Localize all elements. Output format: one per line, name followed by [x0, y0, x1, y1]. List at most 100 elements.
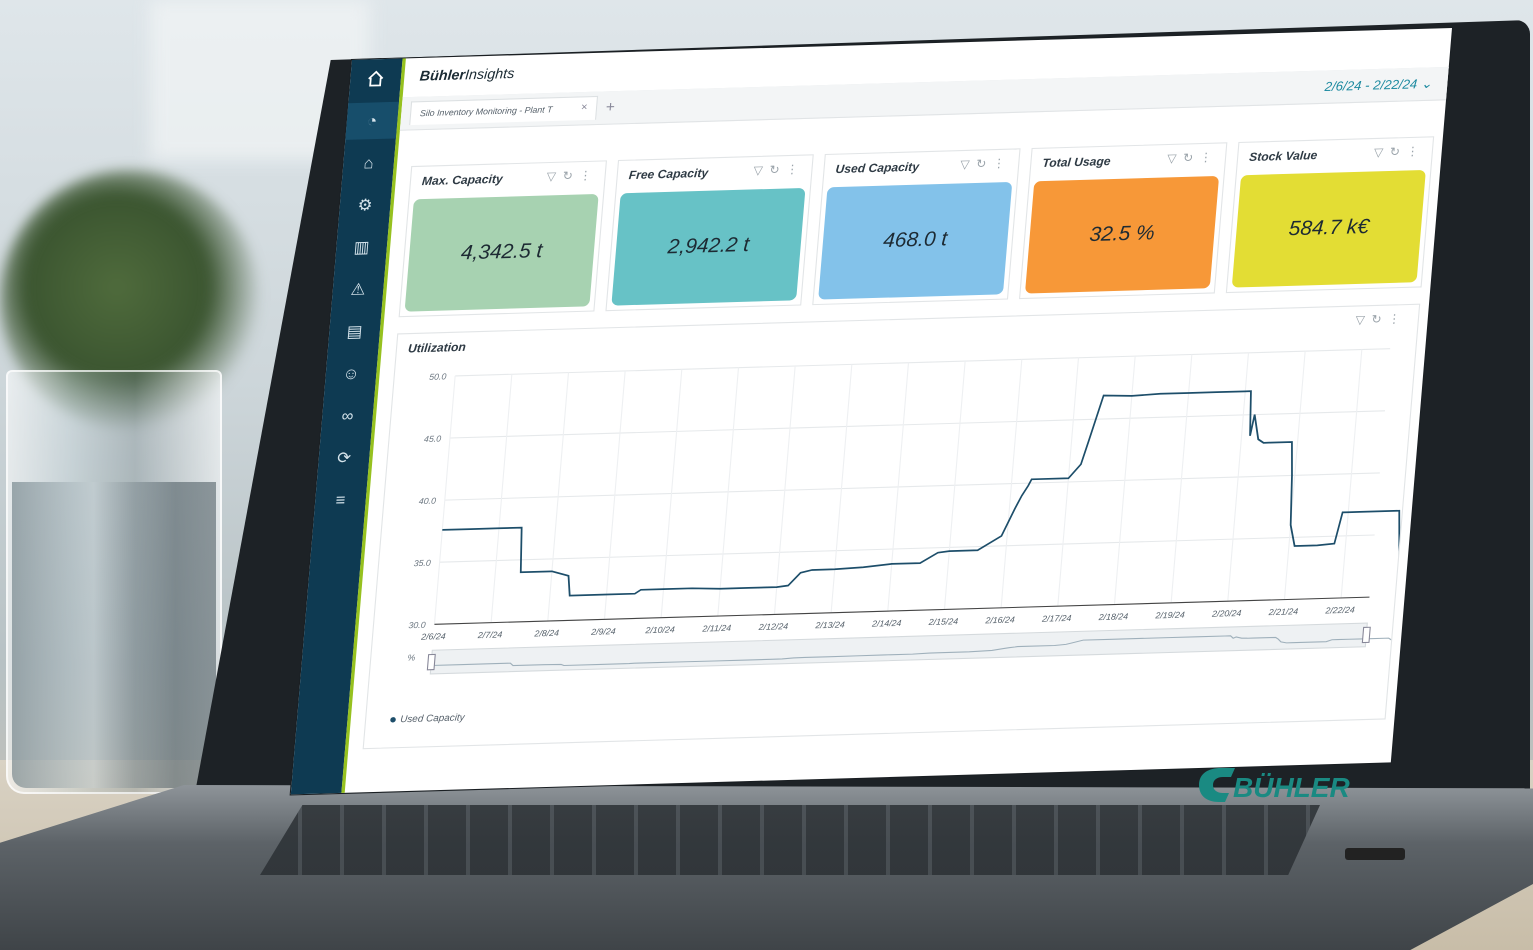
svg-text:BÜHLER: BÜHLER [1233, 772, 1350, 803]
kpi-value: 2,942.2 t [611, 187, 806, 306]
refresh-icon[interactable]: ↻ [1389, 146, 1407, 159]
water [12, 482, 216, 788]
zoom-handle-right [1361, 626, 1371, 644]
more-icon[interactable]: ⋮ [992, 157, 1012, 171]
more-icon[interactable]: ⋮ [1199, 151, 1219, 165]
zoom-handle-left [426, 653, 436, 671]
filter-icon[interactable]: ▽ [1167, 152, 1184, 165]
product-name: Insights [464, 64, 516, 83]
sidebar-item-bar-chart[interactable]: ▥ [335, 228, 389, 266]
x-tick-label: 2/7/24 [476, 630, 502, 641]
refresh-icon[interactable]: ↻ [562, 170, 580, 183]
filter-icon[interactable]: ▽ [1355, 314, 1372, 327]
brand-name: Bühler [419, 66, 466, 84]
sidebar-item-link[interactable]: ∞ [321, 397, 375, 435]
refresh-icon[interactable]: ↻ [1182, 152, 1200, 165]
add-tab-button[interactable]: + [605, 98, 615, 116]
sidebar-item-dashboard[interactable]: ◔ [345, 101, 399, 140]
water-glass [6, 370, 222, 794]
settings-gear-icon: ⚙ [356, 196, 374, 215]
y-tick-label: 40.0 [418, 496, 436, 506]
sidebar-item-report[interactable]: ▤ [328, 312, 382, 350]
sidebar-item-warning[interactable]: ⚠ [331, 270, 385, 308]
refresh-icon[interactable]: ↻ [769, 164, 787, 177]
laptop-keyboard [260, 805, 1320, 875]
x-tick-label: 2/22/24 [1324, 605, 1355, 616]
kpi-tools: ▽↻⋮ [960, 156, 1013, 171]
x-tick-label: 2/10/24 [644, 624, 675, 635]
y-tick-label: 50.0 [429, 371, 447, 381]
kpi-card-total-usage: Total Usage ▽↻⋮ 32.5 % [1019, 142, 1228, 300]
bar-chart-icon: ▥ [353, 238, 371, 258]
date-range-picker[interactable]: 2/6/24 - 2/22/24 ⌄ [1324, 76, 1432, 94]
filter-icon[interactable]: ▽ [546, 170, 563, 183]
zoom-label: % [407, 653, 416, 663]
factory-icon: ⌂ [362, 153, 375, 173]
grid-line-y [449, 410, 1386, 439]
warning-icon: ⚠ [349, 280, 367, 300]
filter-icon[interactable]: ▽ [1373, 146, 1390, 159]
chart-tools: ▽↻⋮ [1355, 312, 1408, 327]
kpi-tools: ▽↻⋮ [546, 168, 599, 183]
kpi-value: 32.5 % [1024, 175, 1220, 294]
sidebar-item-settings-gear[interactable]: ⚙ [338, 186, 392, 224]
x-tick-label: 2/13/24 [814, 620, 845, 631]
refresh-icon[interactable]: ↻ [976, 158, 994, 171]
zoom-slider-track [429, 622, 1368, 675]
sidebar-item-user[interactable]: ☺ [324, 354, 378, 392]
close-icon[interactable]: × [580, 102, 587, 114]
kpi-tools: ▽↻⋮ [753, 162, 806, 177]
link-icon: ∞ [340, 406, 355, 426]
kpi-card-stock-value: Stock Value ▽↻⋮ 584.7 k€ [1225, 136, 1435, 294]
more-icon[interactable]: ⋮ [579, 169, 599, 183]
kpi-card-free-capacity: Free Capacity ▽↻⋮ 2,942.2 t [605, 154, 814, 312]
report-icon: ▤ [346, 322, 364, 342]
filter-icon[interactable]: ▽ [960, 158, 977, 171]
sliders-icon: ≡ [334, 490, 347, 510]
sidebar-item-sliders[interactable]: ≡ [314, 481, 368, 519]
kpi-tools: ▽↻⋮ [1167, 150, 1220, 165]
x-tick-label: 2/20/24 [1211, 608, 1242, 619]
app-window: ◔ ⌂ ⚙ ▥ ⚠ ▤ ☺ ∞ ⟳ ≡ BühlerInsights Silo Inventory… [290, 28, 1452, 795]
x-tick-label: 2/17/24 [1041, 613, 1072, 624]
tab-label: Silo Inventory Monitoring - Plant T [419, 104, 553, 119]
utilization-panel: Utilization ▽↻⋮ 50.0 45.0 40.0 35.0 30.0 2/6/… [362, 303, 1421, 750]
x-tick-label: 2/9/24 [590, 626, 616, 637]
legend-marker [390, 716, 397, 723]
kpi-title: Stock Value [1248, 149, 1318, 165]
refresh-icon[interactable]: ↻ [1371, 313, 1389, 326]
more-icon[interactable]: ⋮ [1406, 145, 1426, 159]
y-tick-label: 35.0 [413, 558, 431, 568]
kpi-tools: ▽↻⋮ [1373, 144, 1426, 159]
filter-icon[interactable]: ▽ [753, 164, 770, 177]
refresh-icon: ⟳ [336, 448, 352, 468]
x-tick-label: 2/16/24 [984, 615, 1015, 626]
chart-legend[interactable]: Used Capacity [390, 712, 465, 725]
kpi-title: Max. Capacity [421, 173, 504, 189]
sidebar-item-factory[interactable]: ⌂ [342, 144, 396, 182]
kpi-row: Max. Capacity ▽↻⋮ 4,342.5 t Free Capacity ▽↻… [398, 136, 1435, 318]
kpi-card-used-capacity: Used Capacity ▽↻⋮ 468.0 t [812, 148, 1021, 306]
app-logo: BühlerInsights [419, 65, 515, 84]
kpi-title: Free Capacity [628, 167, 709, 183]
x-tick-label: 2/18/24 [1097, 611, 1128, 622]
utilization-chart: 50.0 45.0 40.0 35.0 30.02/6/24 2/7/24 2/8/24 2/… [407, 348, 1417, 675]
x-tick-label: 2/15/24 [927, 616, 958, 627]
kpi-title: Total Usage [1041, 155, 1112, 171]
x-tick-label: 2/12/24 [757, 621, 788, 632]
home-icon [368, 70, 384, 87]
date-range-value: 2/6/24 - 2/22/24 [1324, 76, 1418, 95]
x-tick-label: 2/8/24 [533, 628, 559, 639]
x-tick-label: 2/19/24 [1154, 610, 1185, 621]
sidebar-item-home[interactable] [349, 59, 403, 99]
legend-label: Used Capacity [399, 711, 466, 725]
tab-silo-inventory[interactable]: Silo Inventory Monitoring - Plant T × [409, 95, 599, 126]
more-icon[interactable]: ⋮ [1388, 313, 1408, 327]
more-icon[interactable]: ⋮ [786, 163, 806, 177]
kpi-card-max-capacity: Max. Capacity ▽↻⋮ 4,342.5 t [398, 160, 607, 318]
user-icon: ☺ [341, 364, 361, 383]
kpi-title: Used Capacity [835, 160, 920, 177]
sidebar-item-refresh[interactable]: ⟳ [317, 439, 371, 477]
grid-line-y [455, 348, 1391, 377]
dashboard-icon: ◔ [366, 111, 378, 131]
